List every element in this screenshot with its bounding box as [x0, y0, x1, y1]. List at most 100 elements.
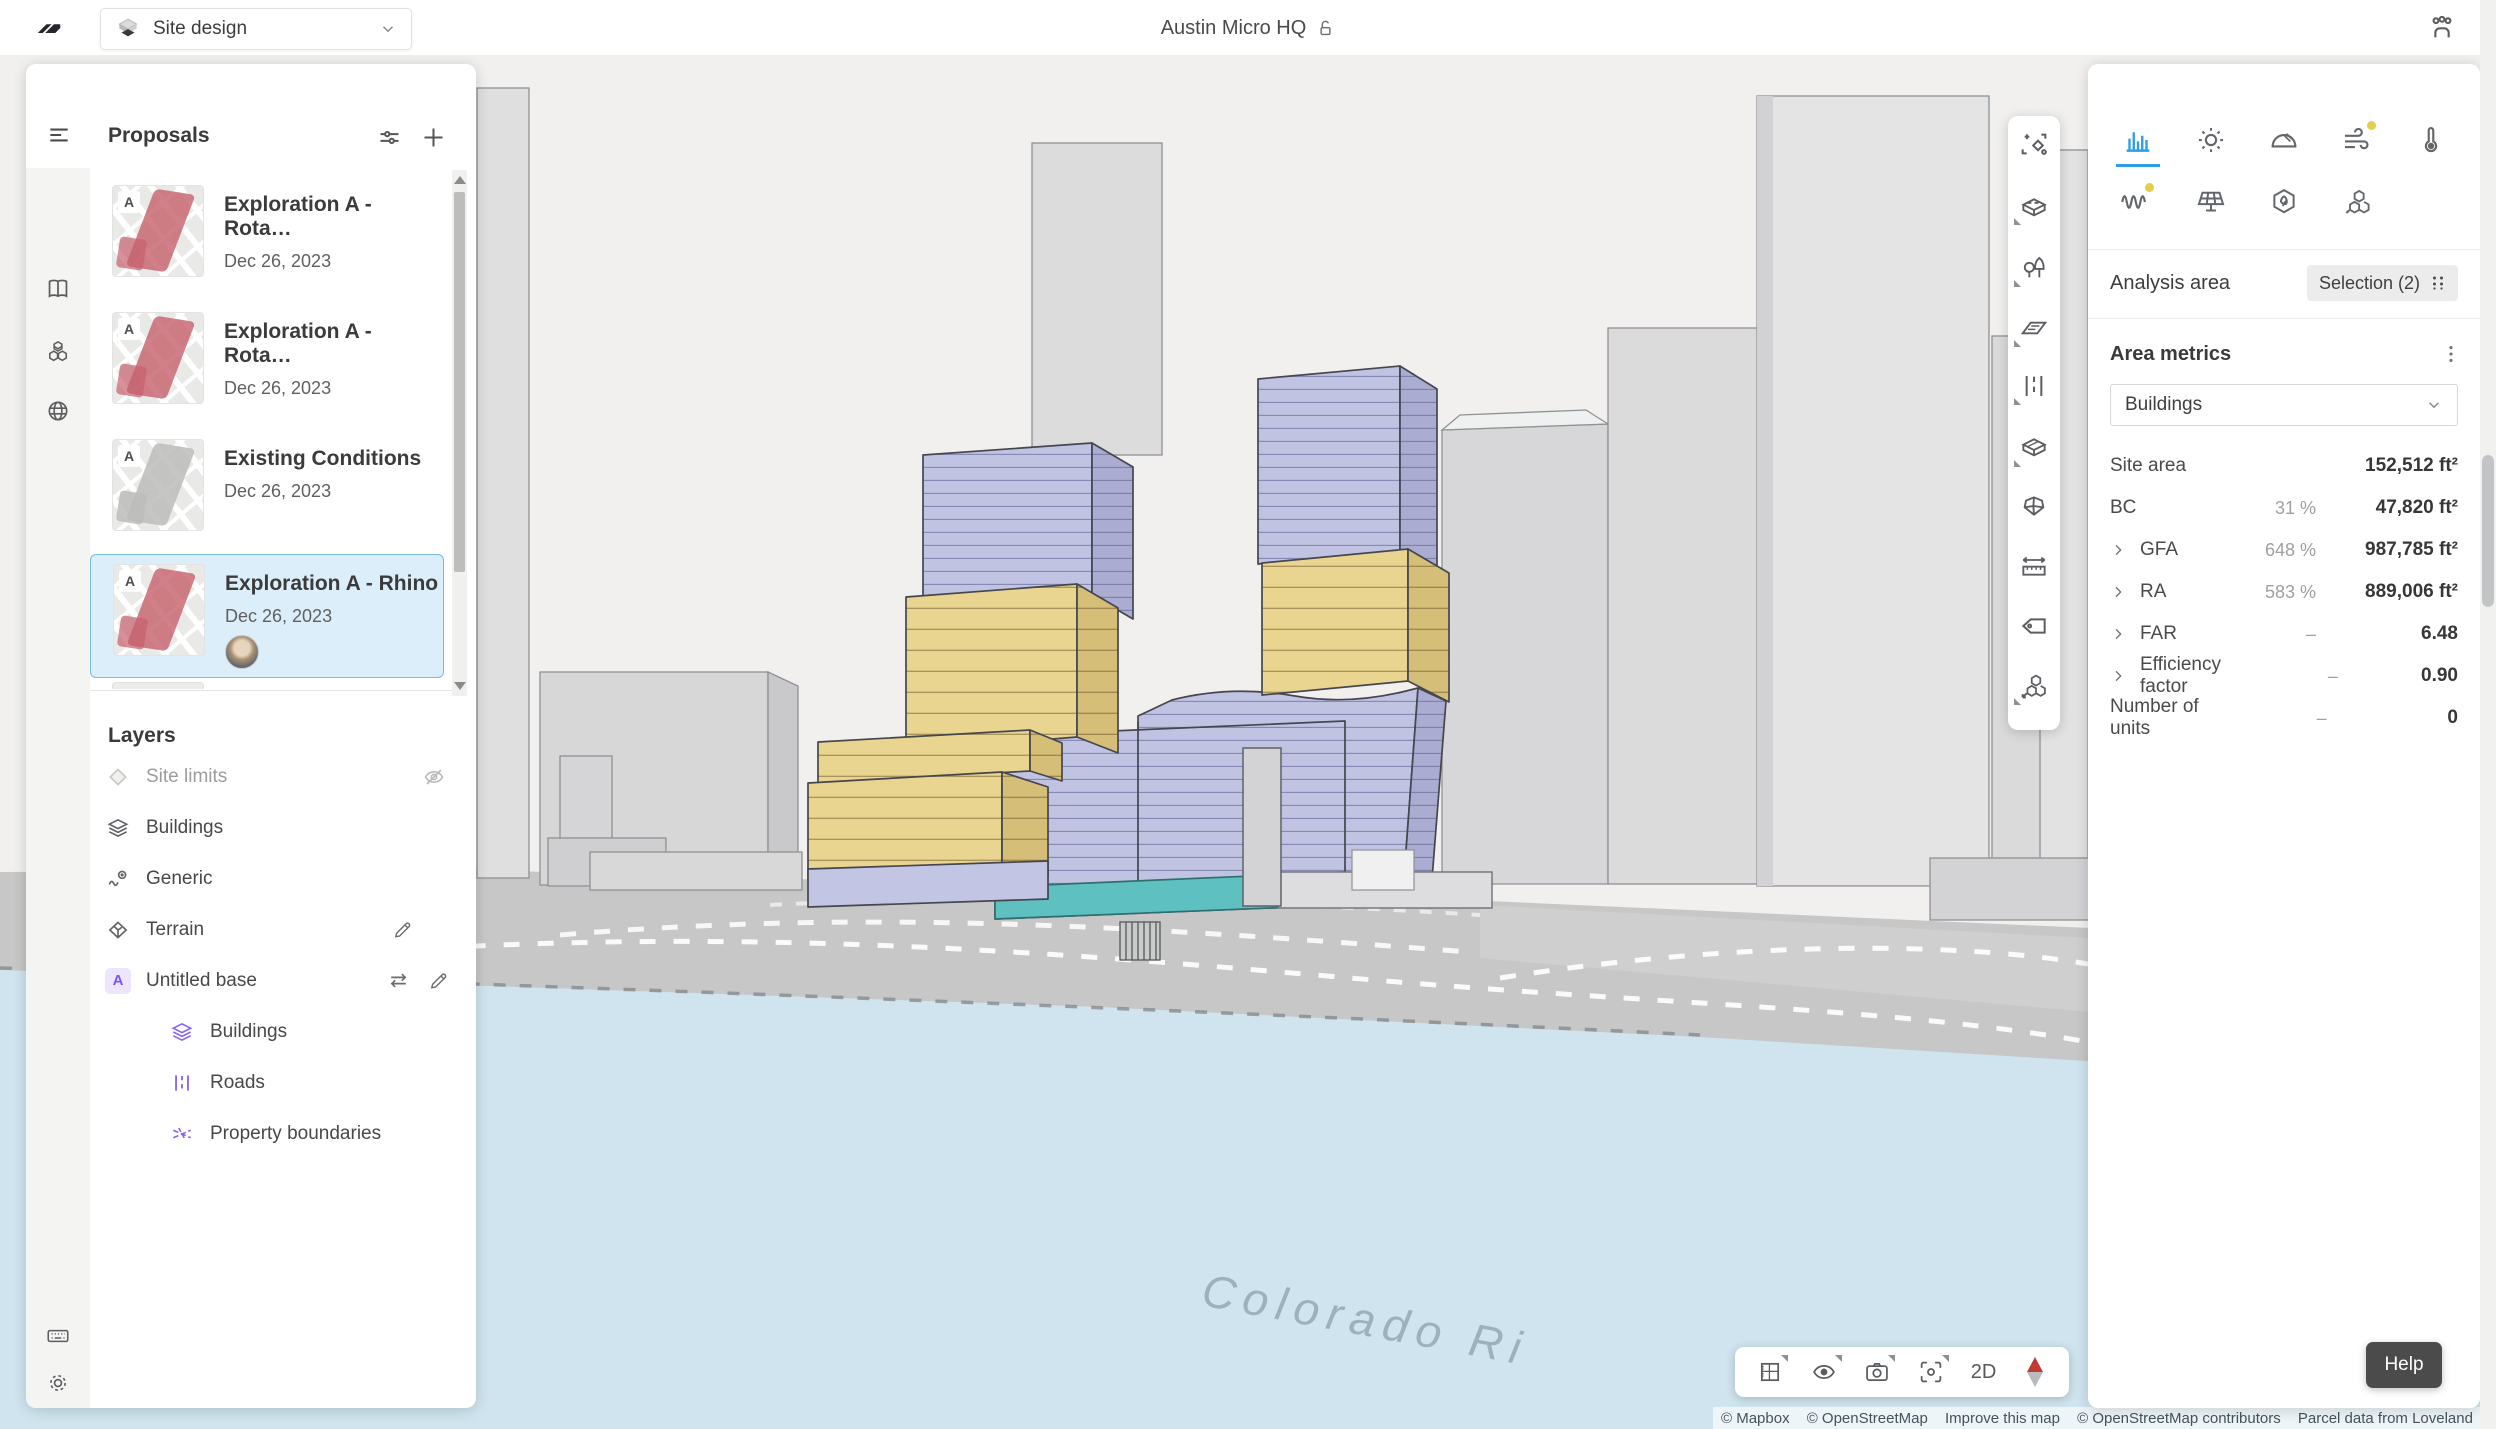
thermal-comfort-icon[interactable]: [2414, 123, 2448, 157]
divider: [2088, 249, 2480, 250]
library-icon[interactable]: [45, 276, 71, 302]
proposals-scrollbar[interactable]: [452, 170, 467, 696]
collapse-panel-icon[interactable]: [46, 122, 72, 148]
page-scrollbar[interactable]: [2480, 0, 2496, 1429]
keyboard-shortcuts-icon[interactable]: [45, 1323, 71, 1349]
proposal-thumbnail: A: [112, 439, 204, 531]
page-scrollbar-thumb[interactable]: [2482, 455, 2494, 607]
chevron-right-icon[interactable]: [2110, 584, 2140, 600]
metric-label: Site area: [2110, 455, 2186, 477]
layer-label: Generic: [146, 868, 213, 890]
collaborators-icon[interactable]: [2426, 12, 2458, 44]
chevron-right-icon[interactable]: [2110, 626, 2140, 642]
edit-pencil-icon[interactable]: [427, 969, 450, 992]
metric-percent: –: [2253, 666, 2338, 687]
avatar: [225, 635, 259, 669]
layer-label: Buildings: [146, 817, 223, 839]
layer-row-site-limits[interactable]: Site limits: [90, 751, 476, 802]
road-tool[interactable]: [2018, 370, 2050, 402]
chevron-right-icon[interactable]: [2110, 668, 2140, 684]
proposal-item[interactable]: A Exploration A - Rota…Dec 26, 2023: [90, 302, 444, 429]
left-rail: [26, 168, 90, 1408]
measure-tool-icon[interactable]: [2018, 550, 2050, 582]
label-tool-icon[interactable]: [2018, 610, 2050, 642]
globe-icon[interactable]: [45, 398, 71, 424]
help-button[interactable]: Help: [2366, 1342, 2442, 1388]
massing-tool[interactable]: [2018, 190, 2050, 222]
metric-percent: –: [2216, 624, 2316, 645]
layer-label: Terrain: [146, 919, 204, 941]
vegetation-tool[interactable]: [2018, 252, 2050, 284]
layer-row-base-roads[interactable]: Roads: [90, 1057, 476, 1108]
eye-hidden-icon[interactable]: [422, 765, 446, 789]
attribution-parcel-data[interactable]: Parcel data from Loveland: [2298, 1410, 2473, 1427]
layer-row-buildings[interactable]: Buildings: [90, 802, 476, 853]
metrics-category-dropdown[interactable]: Buildings: [2110, 384, 2458, 426]
attribution-improve-link[interactable]: Improve this map: [1945, 1410, 2060, 1427]
metric-value: 0.90: [2338, 665, 2458, 687]
focus-target-icon: [1917, 1358, 1945, 1386]
attribution-mapbox-link[interactable]: © Mapbox: [1721, 1410, 1790, 1427]
workspace-selector-label: Site design: [153, 18, 247, 40]
scroll-up-icon[interactable]: [454, 176, 466, 184]
scrollbar-thumb[interactable]: [454, 192, 465, 572]
filter-proposals-icon[interactable]: [376, 124, 403, 151]
terrain-tool-icon[interactable]: [2018, 490, 2050, 522]
metric-value: 47,820 ft²: [2316, 497, 2458, 519]
chevron-right-icon[interactable]: [2110, 542, 2140, 558]
layer-row-terrain[interactable]: Terrain: [90, 904, 476, 955]
settings-gear-icon[interactable]: [45, 1370, 71, 1396]
daylight-dome-icon[interactable]: [2267, 123, 2301, 157]
metric-value: 6.48: [2316, 623, 2458, 645]
surface-tool[interactable]: [2018, 312, 2050, 344]
proposal-item[interactable]: A Existing ConditionsDec 26, 2023: [90, 429, 444, 556]
proposal-item[interactable]: A Exploration A - Rota…Dec 26, 2023: [90, 175, 444, 302]
focus-button[interactable]: [1917, 1358, 1945, 1386]
metric-row-gfa[interactable]: GFA 648 % 987,785 ft²: [2088, 529, 2480, 571]
visibility-button[interactable]: [1810, 1358, 1838, 1386]
plan-view-button[interactable]: [1756, 1358, 1784, 1386]
workspace-selector[interactable]: Site design: [100, 8, 412, 50]
metric-percent: 648 %: [2216, 540, 2316, 561]
visibility-icon: [1810, 1358, 1838, 1386]
swap-base-icon[interactable]: [386, 968, 411, 993]
layer-row-property-boundaries[interactable]: Property boundaries: [90, 1108, 476, 1159]
noise-analysis[interactable]: [2118, 185, 2152, 219]
metric-value: 889,006 ft²: [2316, 581, 2458, 603]
area-metrics-icon[interactable]: [2121, 123, 2155, 157]
layer-row-base-buildings[interactable]: Buildings: [90, 1006, 476, 1057]
assets-cubes-icon[interactable]: [45, 338, 71, 364]
selection-button[interactable]: Selection (2): [2307, 265, 2458, 301]
screenshot-button[interactable]: [1863, 1358, 1891, 1386]
proposal-title: Exploration A - Rhino: [225, 572, 438, 596]
analysis-panel: Analysis area Selection (2) Area metrics…: [2088, 64, 2480, 1408]
edit-pencil-icon[interactable]: [391, 918, 414, 941]
metric-row-ra[interactable]: RA 583 % 889,006 ft²: [2088, 571, 2480, 613]
analysis-area-label: Analysis area: [2110, 272, 2230, 295]
mode-2d-button[interactable]: 2D: [1971, 1361, 1997, 1384]
layer-row-untitled-base[interactable]: A Untitled base: [90, 955, 476, 1006]
page-title: Austin Micro HQ: [1161, 17, 1307, 40]
metric-row-efficiency[interactable]: Efficiency factor – 0.90: [2088, 655, 2480, 697]
attribution-osm-contributors-link[interactable]: © OpenStreetMap contributors: [2077, 1410, 2281, 1427]
scroll-down-icon[interactable]: [454, 682, 466, 690]
attribution-osm-link[interactable]: © OpenStreetMap: [1807, 1410, 1928, 1427]
sun-study-icon[interactable]: [2194, 123, 2228, 157]
zone-tool[interactable]: [2018, 432, 2050, 464]
layer-row-generic[interactable]: Generic: [90, 853, 476, 904]
solar-panel-icon[interactable]: [2194, 185, 2228, 219]
wind-analysis[interactable]: [2340, 123, 2374, 157]
massing-analysis-icon[interactable]: [2340, 185, 2374, 219]
metric-row-far[interactable]: FAR – 6.48: [2088, 613, 2480, 655]
import-tool[interactable]: [2018, 670, 2050, 702]
proposal-item-selected[interactable]: A Exploration A - RhinoDec 26, 2023: [90, 554, 444, 678]
embodied-carbon-icon[interactable]: [2267, 185, 2301, 219]
left-panel: Proposals A Exploration A - Rota…Dec 26,…: [26, 64, 476, 1408]
kebab-menu-icon[interactable]: [2440, 343, 2462, 365]
modeling-toolbar: [2008, 116, 2060, 730]
compass-icon[interactable]: [2022, 1355, 2048, 1389]
select-tool-icon[interactable]: [2018, 130, 2050, 162]
add-proposal-icon[interactable]: [420, 124, 447, 151]
forma-logo-icon[interactable]: [34, 13, 64, 43]
proposal-thumbnail: A: [112, 185, 204, 277]
